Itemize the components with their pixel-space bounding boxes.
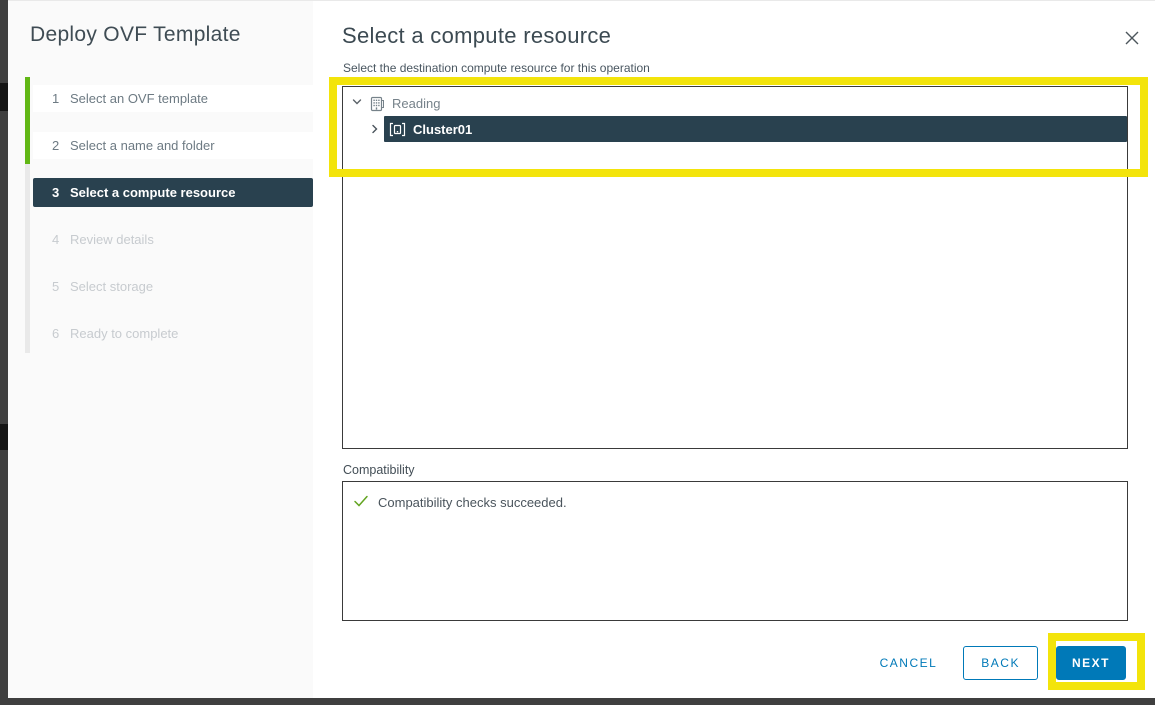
cancel-button[interactable]: CANCEL [880, 656, 938, 670]
chevron-down-icon[interactable] [351, 96, 363, 111]
next-button[interactable]: NEXT [1055, 646, 1126, 680]
tree-item-datacenter[interactable]: Reading [343, 91, 1127, 116]
compatibility-label: Compatibility [343, 463, 415, 477]
step-label: Ready to complete [70, 326, 179, 341]
wizard-step-ready-to-complete: 6 Ready to complete [33, 320, 313, 347]
tree-item-cluster-selected[interactable]: Cluster01 [384, 116, 1127, 142]
compatibility-panel: Compatibility checks succeeded. [342, 481, 1128, 621]
compute-resource-tree: Reading Cluster01 [342, 86, 1128, 449]
backdrop [0, 83, 8, 111]
step-number: 6 [52, 326, 60, 341]
step-label: Select storage [70, 279, 154, 294]
close-icon [1123, 31, 1141, 50]
progress-bar-completed [25, 77, 30, 164]
check-icon [353, 494, 369, 511]
step-label: Select a name and folder [70, 138, 215, 153]
step-number: 3 [52, 185, 60, 200]
backdrop [0, 424, 8, 450]
wizard-step-select-name-folder[interactable]: 2 Select a name and folder [33, 132, 313, 159]
step-number: 1 [52, 91, 60, 106]
step-label: Select an OVF template [70, 91, 209, 106]
step-number: 4 [52, 232, 60, 247]
datacenter-icon [370, 96, 385, 112]
wizard-step-review-details: 4 Review details [33, 226, 313, 253]
compatibility-message-row: Compatibility checks succeeded. [353, 494, 1127, 511]
wizard-title: Deploy OVF Template [30, 23, 241, 46]
close-button[interactable] [1120, 27, 1144, 51]
compatibility-message: Compatibility checks succeeded. [378, 495, 567, 510]
step-number: 2 [52, 138, 60, 153]
wizard-content-panel: Select a compute resource Select the des… [313, 1, 1155, 698]
page-subtitle: Select the destination compute resource … [343, 61, 650, 75]
tree-item-cluster-row[interactable]: Cluster01 [343, 116, 1127, 142]
step-label: Review details [70, 232, 154, 247]
step-label: Select a compute resource [70, 185, 236, 200]
page-title: Select a compute resource [342, 23, 612, 48]
wizard-step-select-ovf-template[interactable]: 1 Select an OVF template [33, 85, 313, 112]
wizard-step-select-compute-resource[interactable]: 3 Select a compute resource [33, 178, 313, 207]
cluster-icon [389, 122, 406, 137]
progress-bar-remaining [25, 164, 30, 353]
tree-item-label: Cluster01 [413, 121, 473, 137]
wizard-sidebar: Deploy OVF Template 1 Select an OVF temp… [8, 1, 313, 698]
back-button[interactable]: BACK [963, 646, 1038, 680]
tree-item-label: Reading [392, 96, 441, 111]
step-number: 5 [52, 279, 60, 294]
wizard-footer: CANCEL BACK NEXT [880, 646, 1126, 680]
wizard-step-select-storage: 5 Select storage [33, 273, 313, 300]
chevron-right-icon[interactable] [369, 123, 381, 135]
deploy-ovf-dialog: Deploy OVF Template 1 Select an OVF temp… [8, 0, 1155, 698]
